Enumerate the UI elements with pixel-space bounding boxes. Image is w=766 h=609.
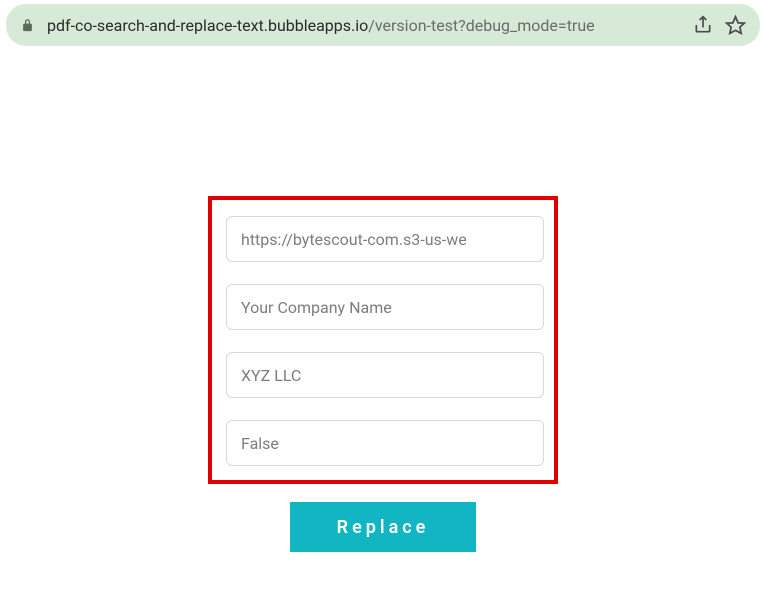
browser-address-bar[interactable]: pdf-co-search-and-replace-text.bubbleapp… <box>6 4 760 46</box>
url-display: pdf-co-search-and-replace-text.bubbleapp… <box>47 16 681 35</box>
lock-icon <box>20 18 35 33</box>
page-content: Replace <box>0 46 766 552</box>
replace-button[interactable]: Replace <box>290 502 476 552</box>
replace-text-input[interactable] <box>226 352 544 398</box>
search-text-input[interactable] <box>226 284 544 330</box>
star-icon[interactable] <box>725 15 746 36</box>
form-highlight-box <box>208 196 558 484</box>
flag-input[interactable] <box>226 420 544 466</box>
source-url-input[interactable] <box>226 216 544 262</box>
share-icon[interactable] <box>693 15 713 35</box>
